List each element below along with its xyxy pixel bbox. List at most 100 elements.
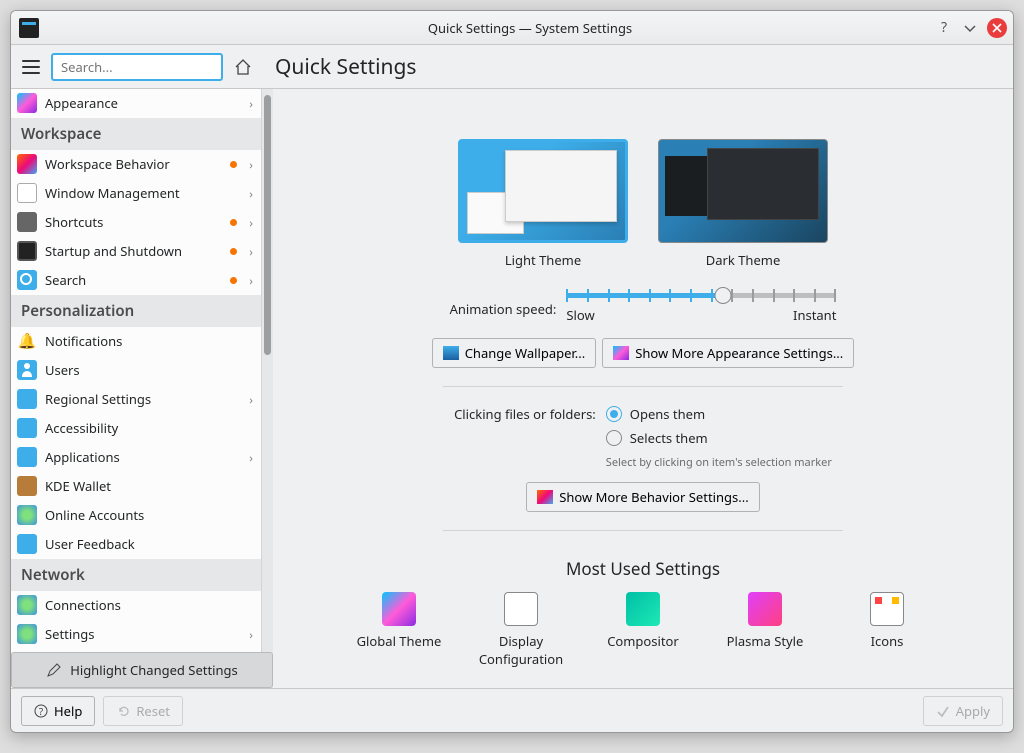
animation-speed-row: Animation speed: Slow Instant: [450, 293, 837, 324]
globe-icon: [17, 624, 37, 644]
changed-dot-icon: [230, 161, 237, 168]
sidebar-item-label: Workspace Behavior: [45, 155, 222, 173]
sidebar-item-shortcuts[interactable]: Shortcuts ›: [11, 208, 261, 237]
behavior-icon: [537, 490, 553, 504]
most-used-global-theme[interactable]: Global Theme: [353, 592, 445, 668]
slider-instant-label: Instant: [793, 306, 836, 324]
most-used-plasma-style[interactable]: Plasma Style: [719, 592, 811, 668]
help-button[interactable]: ? Help: [21, 696, 95, 726]
flag-icon: [17, 389, 37, 409]
sidebar-item-appearance[interactable]: Appearance›: [11, 89, 261, 118]
chevron-right-icon: ›: [249, 214, 253, 231]
theme-light[interactable]: Light Theme: [458, 139, 628, 269]
sidebar-item-label: Accessibility: [45, 419, 253, 437]
minimize-button[interactable]: [961, 19, 979, 37]
sidebar-item-label: Regional Settings: [45, 390, 241, 408]
highlight-changed-button[interactable]: Highlight Changed Settings: [11, 652, 273, 688]
help-titlebar-button[interactable]: ?: [935, 19, 953, 37]
click-behavior-row: Clicking files or folders: Opens them Se…: [454, 405, 832, 470]
sidebar-item-label: Connections: [45, 596, 253, 614]
most-used-label: Display Configuration: [475, 632, 567, 668]
show-more-behavior-button[interactable]: Show More Behavior Settings...: [526, 482, 759, 512]
divider: [443, 386, 843, 387]
plasma-icon: [748, 592, 782, 626]
apply-button[interactable]: Apply: [923, 696, 1003, 726]
slider-handle[interactable]: [715, 287, 732, 304]
wallpaper-icon: [443, 346, 459, 360]
content-area: Light Theme Dark Theme Animation speed:: [273, 89, 1013, 688]
appearance-icon: [613, 346, 629, 360]
sidebar-item-accessibility[interactable]: Accessibility: [11, 414, 261, 443]
sidebar-item-connections[interactable]: Connections: [11, 591, 261, 620]
sidebar-item-window-management[interactable]: Window Management›: [11, 179, 261, 208]
footer: ? Help Reset Apply: [11, 688, 1013, 732]
section-header-personalization: Personalization: [11, 295, 261, 327]
sidebar-item-label: Users: [45, 361, 253, 379]
globe-icon: [17, 595, 37, 615]
light-theme-thumbnail: [458, 139, 628, 243]
sidebar-item-user-feedback[interactable]: User Feedback: [11, 530, 261, 559]
chevron-right-icon: ›: [249, 449, 253, 466]
radio-opens-them[interactable]: Opens them: [606, 405, 832, 423]
sidebar-item-label: KDE Wallet: [45, 477, 253, 495]
sidebar-item-search[interactable]: Search›: [11, 266, 261, 295]
radio-selects-them[interactable]: Selects them: [606, 429, 832, 447]
chevron-right-icon: ›: [249, 626, 253, 643]
chevron-right-icon: ›: [249, 391, 253, 408]
change-wallpaper-button[interactable]: Change Wallpaper...: [432, 338, 596, 368]
close-button[interactable]: [987, 18, 1007, 38]
sidebar-item-kde-wallet[interactable]: KDE Wallet: [11, 472, 261, 501]
hamburger-menu-button[interactable]: [17, 53, 45, 81]
sidebar-item-notifications[interactable]: 🔔 Notifications: [11, 327, 261, 356]
most-used-icons[interactable]: Icons: [841, 592, 933, 668]
chevron-right-icon: ›: [249, 243, 253, 260]
most-used-label: Plasma Style: [719, 632, 811, 650]
changed-dot-icon: [230, 248, 237, 255]
most-used-compositor[interactable]: Compositor: [597, 592, 689, 668]
window-title: Quick Settings — System Settings: [47, 19, 1013, 37]
fb-icon: [17, 534, 37, 554]
display-icon: [504, 592, 538, 626]
sidebar-item-label: Notifications: [45, 332, 253, 350]
sidebar-item-label: Startup and Shutdown: [45, 242, 222, 260]
theme-dark[interactable]: Dark Theme: [658, 139, 828, 269]
sidebar-item-regional-settings[interactable]: Regional Settings ›: [11, 385, 261, 414]
show-more-appearance-button[interactable]: Show More Appearance Settings...: [602, 338, 854, 368]
reset-button[interactable]: Reset: [103, 696, 183, 726]
globe-icon: [17, 505, 37, 525]
sidebar-item-applications[interactable]: Applications›: [11, 443, 261, 472]
dark-theme-label: Dark Theme: [658, 251, 828, 269]
sidebar-scrollbar[interactable]: [261, 89, 273, 688]
animation-speed-label: Animation speed:: [450, 300, 557, 318]
app-icon: [19, 18, 39, 38]
search-input[interactable]: [51, 53, 223, 81]
most-used-display-configuration[interactable]: Display Configuration: [475, 592, 567, 668]
home-button[interactable]: [229, 53, 257, 81]
section-header-workspace: Workspace: [11, 118, 261, 150]
svg-text:?: ?: [39, 704, 44, 718]
toolbar: Quick Settings: [11, 45, 1013, 89]
slider-slow-label: Slow: [566, 306, 594, 324]
startup-icon: [17, 241, 37, 261]
sidebar-item-users[interactable]: Users: [11, 356, 261, 385]
access-icon: [17, 418, 37, 438]
sidebar-column: Appearance›WorkspaceWorkspace Behavior›W…: [11, 89, 273, 688]
sidebar-item-online-accounts[interactable]: Online Accounts: [11, 501, 261, 530]
highlight-label: Highlight Changed Settings: [70, 661, 238, 679]
sidebar-item-label: Online Accounts: [45, 506, 253, 524]
icons-icon: [870, 592, 904, 626]
theme-chooser: Light Theme Dark Theme: [458, 139, 828, 269]
sidebar-item-label: Shortcuts: [45, 213, 222, 231]
animation-speed-slider[interactable]: [566, 293, 836, 298]
sidebar-item-settings[interactable]: Settings ›: [11, 620, 261, 649]
sidebar: Appearance›WorkspaceWorkspace Behavior›W…: [11, 89, 261, 688]
light-theme-label: Light Theme: [458, 251, 628, 269]
sidebar-item-startup-and-shutdown[interactable]: Startup and Shutdown ›: [11, 237, 261, 266]
sidebar-item-label: User Feedback: [45, 535, 253, 553]
sidebar-item-label: Settings: [45, 625, 241, 643]
most-used-label: Global Theme: [353, 632, 445, 650]
keys-icon: [17, 212, 37, 232]
click-hint: Select by clicking on item's selection m…: [606, 455, 832, 470]
sidebar-item-workspace-behavior[interactable]: Workspace Behavior›: [11, 150, 261, 179]
bell-icon: 🔔: [17, 331, 37, 351]
